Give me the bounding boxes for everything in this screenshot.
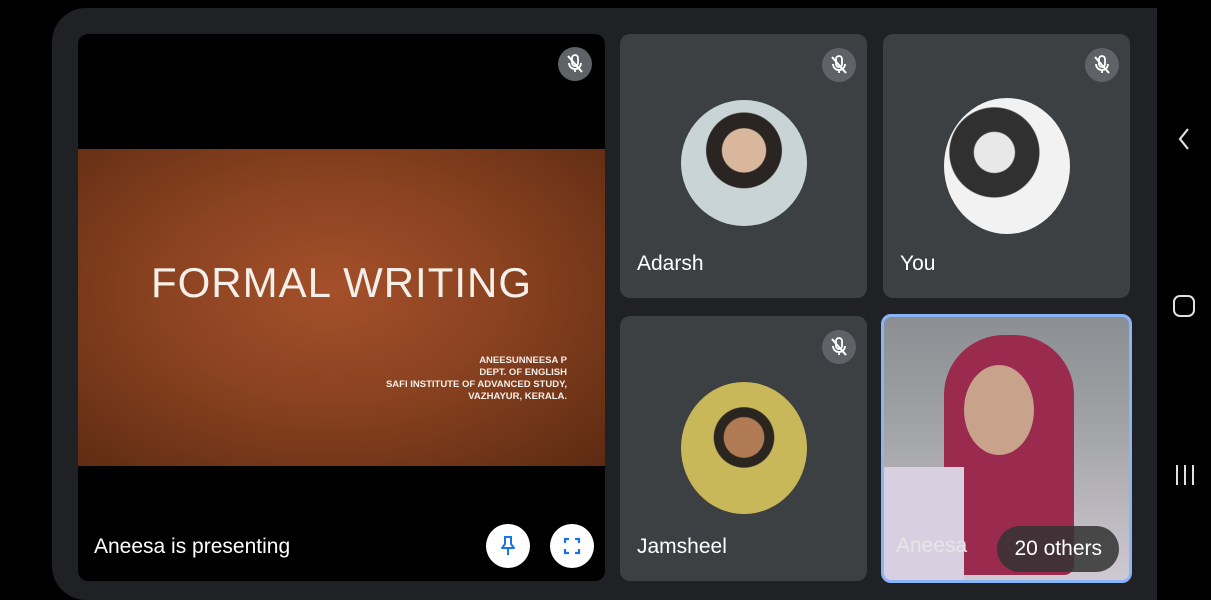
presentation-tile[interactable]: FORMAL WRITING ANEESUNNEESA P DEPT. OF E… [78,34,605,581]
mic-off-icon [558,47,592,81]
home-icon[interactable] [1173,295,1195,317]
slide-line: DEPT. OF ENGLISH [479,367,567,378]
mic-off-icon [822,48,856,82]
participant-tile-you[interactable]: You [883,34,1130,298]
presentation-slide: FORMAL WRITING ANEESUNNEESA P DEPT. OF E… [78,149,605,466]
participant-tile-adarsh[interactable]: Adarsh [620,34,867,298]
slide-line: SAFI INSTITUTE OF ADVANCED STUDY, [385,379,567,390]
slide-line: VAZHAYUR, KERALA. [468,391,567,402]
slide-line: ANEESUNNEESA P [479,355,567,366]
fullscreen-button[interactable] [550,524,594,568]
pin-button[interactable] [486,524,530,568]
participant-name: Jamsheel [637,535,727,558]
participant-name: You [900,252,936,275]
avatar [681,100,807,226]
back-chevron-icon[interactable] [1177,126,1191,152]
slide-author-info: ANEESUNNEESA P DEPT. OF ENGLISH SAFI INS… [386,355,567,403]
avatar [944,98,1070,234]
mic-off-icon [1085,48,1119,82]
others-count-button[interactable]: 20 others [997,526,1119,572]
video-face [964,365,1034,455]
presenting-label: Aneesa is presenting [94,535,291,558]
slide-title: FORMAL WRITING [150,259,533,306]
pin-icon [501,536,515,555]
participant-name: Aneesa [896,534,968,557]
avatar [681,382,807,514]
android-nav-bar [1157,0,1211,600]
video-clothing [884,467,964,580]
participant-tile-jamsheel[interactable]: Jamsheel [620,316,867,581]
participant-name: Adarsh [637,252,704,275]
participant-tile-aneesa[interactable]: Aneesa 20 others [881,314,1132,583]
recents-icon[interactable] [1174,463,1196,487]
mic-off-icon [822,330,856,364]
fullscreen-icon [563,537,581,555]
